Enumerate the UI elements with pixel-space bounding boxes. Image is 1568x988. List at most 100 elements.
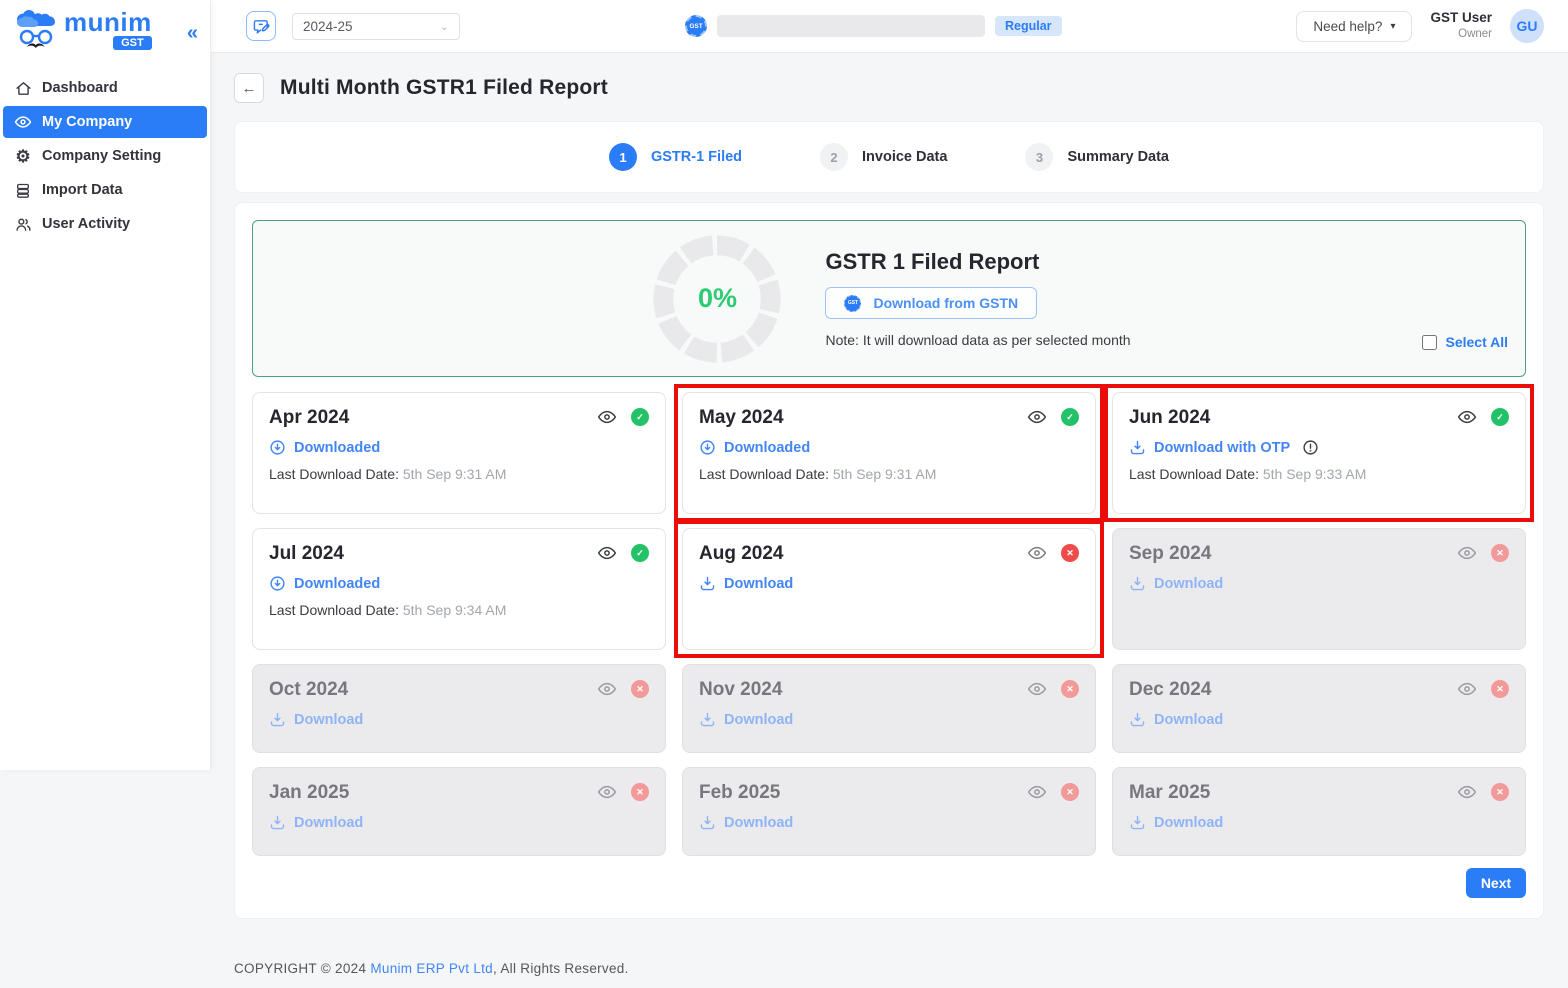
eye-icon bbox=[14, 113, 32, 131]
month-action-label: Download bbox=[294, 711, 364, 728]
month-title: Feb 2025 bbox=[699, 782, 781, 803]
sidebar-item-import-data[interactable]: Import Data bbox=[0, 174, 210, 206]
month-download-action[interactable]: Download bbox=[699, 711, 1079, 728]
view-eye-icon[interactable] bbox=[1027, 407, 1047, 427]
step-label: Invoice Data bbox=[862, 149, 948, 165]
month-card[interactable]: Feb 2025 ✕ Download bbox=[682, 767, 1096, 856]
month-download-action[interactable]: Download bbox=[699, 575, 1079, 592]
download-icon bbox=[699, 711, 716, 728]
month-download-action[interactable]: Download with OTP bbox=[1129, 439, 1509, 456]
view-eye-icon[interactable] bbox=[597, 679, 617, 699]
last-download-value: 5th Sep 9:31 AM bbox=[832, 466, 937, 482]
progress-value: 0% bbox=[697, 283, 737, 313]
view-eye-icon[interactable] bbox=[1027, 679, 1047, 699]
month-download-action[interactable]: Downloaded bbox=[699, 439, 1079, 456]
month-card[interactable]: Sep 2024 ✕ Download bbox=[1112, 528, 1526, 650]
month-download-action[interactable]: Download bbox=[269, 711, 649, 728]
month-title: Aug 2024 bbox=[699, 543, 784, 564]
month-card[interactable]: Oct 2024 ✕ Download bbox=[252, 664, 666, 753]
step-summary-data[interactable]: 3 Summary Data bbox=[1025, 143, 1169, 171]
sidebar-item-dashboard[interactable]: Dashboard bbox=[0, 72, 210, 104]
downloaded-circle-icon bbox=[699, 439, 716, 456]
month-card[interactable]: Dec 2024 ✕ Download bbox=[1112, 664, 1526, 753]
month-last-download: Last Download Date: 5th Sep 9:31 AM bbox=[269, 466, 649, 482]
view-eye-icon[interactable] bbox=[1027, 782, 1047, 802]
month-title: Nov 2024 bbox=[699, 679, 783, 700]
view-eye-icon[interactable] bbox=[597, 407, 617, 427]
fiscal-year-select[interactable]: 2024-25 ⌄ bbox=[292, 12, 460, 40]
month-action-label: Download bbox=[724, 814, 794, 831]
month-last-download: Last Download Date: 5th Sep 9:31 AM bbox=[699, 466, 1079, 482]
need-help-button[interactable]: Need help? ▾ bbox=[1296, 10, 1413, 42]
month-action-label: Download bbox=[724, 711, 794, 728]
month-download-action[interactable]: Download bbox=[1129, 711, 1509, 728]
view-eye-icon[interactable] bbox=[1027, 543, 1047, 563]
month-card[interactable]: Jul 2024 ✓ Downloaded Last Download Date… bbox=[252, 528, 666, 650]
month-download-action[interactable]: Download bbox=[699, 814, 1079, 831]
month-title: Sep 2024 bbox=[1129, 543, 1212, 564]
step-number: 3 bbox=[1025, 143, 1054, 171]
last-download-label: Last Download Date: bbox=[699, 466, 833, 482]
download-icon bbox=[269, 814, 286, 831]
month-download-action[interactable]: Download bbox=[1129, 814, 1509, 831]
month-action-label: Download with OTP bbox=[1154, 439, 1291, 456]
sidebar-item-my-company[interactable]: My Company bbox=[3, 106, 207, 138]
view-eye-icon[interactable] bbox=[1457, 679, 1477, 699]
month-action-label: Downloaded bbox=[294, 575, 381, 592]
last-download-label: Last Download Date: bbox=[1129, 466, 1263, 482]
back-button[interactable]: ← bbox=[234, 73, 264, 103]
select-all[interactable]: Select All bbox=[1422, 334, 1508, 350]
select-all-checkbox[interactable] bbox=[1422, 334, 1438, 350]
status-badge: ✕ bbox=[1491, 544, 1509, 562]
month-card[interactable]: May 2024 ✓ Downloaded Last Download Date… bbox=[674, 384, 1104, 522]
view-eye-icon[interactable] bbox=[597, 543, 617, 563]
download-icon bbox=[1129, 439, 1146, 456]
step-invoice-data[interactable]: 2 Invoice Data bbox=[820, 143, 947, 171]
month-download-action[interactable]: Downloaded bbox=[269, 575, 649, 592]
avatar[interactable]: GU bbox=[1510, 9, 1544, 43]
brand-name: munim bbox=[64, 7, 152, 37]
month-card[interactable]: Apr 2024 ✓ Downloaded Last Download Date… bbox=[252, 392, 666, 514]
status-badge: ✕ bbox=[631, 783, 649, 801]
month-card[interactable]: Mar 2025 ✕ Download bbox=[1112, 767, 1526, 856]
view-eye-icon[interactable] bbox=[1457, 782, 1477, 802]
download-from-gstn-button[interactable]: GST Download from GSTN bbox=[825, 287, 1038, 319]
sidebar: munim GST « Dashboard My Company ⚙ Compa… bbox=[0, 0, 211, 770]
month-card[interactable]: Aug 2024 ✕ Download bbox=[674, 520, 1104, 658]
next-button[interactable]: Next bbox=[1466, 868, 1526, 898]
view-eye-icon[interactable] bbox=[1457, 407, 1477, 427]
month-action-label: Download bbox=[1154, 711, 1224, 728]
filing-edit-button[interactable] bbox=[246, 11, 276, 41]
database-icon bbox=[14, 181, 32, 199]
sidebar-item-user-activity[interactable]: User Activity bbox=[0, 208, 210, 240]
sidebar-collapse-icon[interactable]: « bbox=[187, 23, 198, 43]
month-download-action[interactable]: Download bbox=[1129, 575, 1509, 592]
last-download-value: 5th Sep 9:33 AM bbox=[1262, 466, 1367, 482]
view-eye-icon[interactable] bbox=[1457, 543, 1477, 563]
sidebar-item-company-setting[interactable]: ⚙ Company Setting bbox=[0, 140, 210, 172]
month-card[interactable]: Jun 2024 ✓ Download with OTP Last Downlo… bbox=[1104, 384, 1534, 522]
download-icon bbox=[1129, 575, 1146, 592]
month-download-action[interactable]: Download bbox=[269, 814, 649, 831]
gst-seal-icon: GST bbox=[685, 15, 707, 37]
alert-icon[interactable] bbox=[1302, 439, 1319, 456]
report-card: 0% GSTR 1 Filed Report GST Download from… bbox=[234, 202, 1544, 919]
stepper: 1 GSTR-1 Filed 2 Invoice Data 3 Summary … bbox=[234, 121, 1544, 193]
month-card[interactable]: Nov 2024 ✕ Download bbox=[682, 664, 1096, 753]
download-icon bbox=[699, 575, 716, 592]
download-icon bbox=[1129, 711, 1146, 728]
step-gstr1-filed[interactable]: 1 GSTR-1 Filed bbox=[608, 143, 743, 171]
step-label: GSTR-1 Filed bbox=[650, 149, 743, 165]
month-title: Mar 2025 bbox=[1129, 782, 1211, 803]
download-icon bbox=[269, 711, 286, 728]
month-card[interactable]: Jan 2025 ✕ Download bbox=[252, 767, 666, 856]
munim-logo[interactable]: munim GST bbox=[14, 7, 152, 56]
sidebar-item-label: My Company bbox=[42, 114, 133, 130]
select-all-label: Select All bbox=[1445, 334, 1508, 350]
footer-company-link[interactable]: Munim ERP Pvt Ltd bbox=[370, 961, 493, 976]
view-eye-icon[interactable] bbox=[597, 782, 617, 802]
status-badge: ✓ bbox=[1491, 408, 1509, 426]
downloaded-circle-icon bbox=[269, 439, 286, 456]
users-icon bbox=[14, 215, 32, 233]
month-download-action[interactable]: Downloaded bbox=[269, 439, 649, 456]
